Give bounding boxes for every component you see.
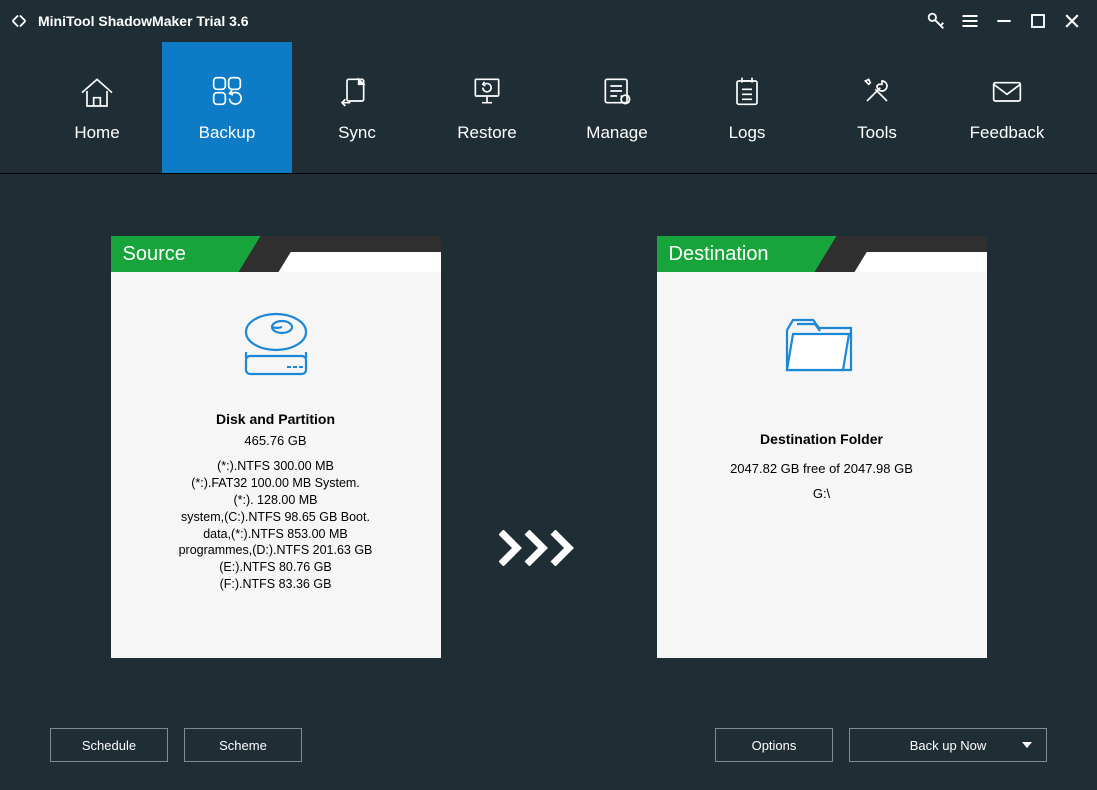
partition-line: (F:).NTFS 83.36 GB <box>125 576 427 593</box>
source-header: Source <box>111 236 441 272</box>
arrow-separator-icon <box>499 530 599 566</box>
partition-line: system,(C:).NTFS 98.65 GB Boot. <box>125 509 427 526</box>
maximize-icon[interactable] <box>1023 6 1053 36</box>
tab-restore[interactable]: Restore <box>422 42 552 173</box>
destination-header: Destination <box>657 236 987 272</box>
backup-now-button[interactable]: Back up Now <box>849 728 1047 762</box>
tab-logs-label: Logs <box>729 123 766 143</box>
tab-tools-label: Tools <box>857 123 897 143</box>
destination-ribbon: Destination <box>657 236 837 272</box>
disk-icon <box>125 310 427 387</box>
tab-feedback[interactable]: Feedback <box>942 42 1072 173</box>
destination-title: Destination Folder <box>671 431 973 447</box>
tab-sync[interactable]: Sync <box>292 42 422 173</box>
schedule-button[interactable]: Schedule <box>50 728 168 762</box>
source-ribbon: Source <box>111 236 261 272</box>
key-icon[interactable] <box>921 6 951 36</box>
source-title: Disk and Partition <box>125 411 427 427</box>
tab-manage-label: Manage <box>586 123 647 143</box>
scheme-button[interactable]: Scheme <box>184 728 302 762</box>
destination-path: G:\ <box>671 486 973 501</box>
partition-line: (*:).NTFS 300.00 MB <box>125 458 427 475</box>
minimize-icon[interactable] <box>989 6 1019 36</box>
options-button[interactable]: Options <box>715 728 833 762</box>
backup-now-label: Back up Now <box>910 738 987 753</box>
source-partition-list: (*:).NTFS 300.00 MB (*:).FAT32 100.00 MB… <box>125 458 427 593</box>
tab-feedback-label: Feedback <box>970 123 1045 143</box>
partition-line: programmes,(D:).NTFS 201.63 GB <box>125 542 427 559</box>
tab-backup[interactable]: Backup <box>162 42 292 173</box>
partition-line: data,(*:).NTFS 853.00 MB <box>125 526 427 543</box>
hamburger-menu-icon[interactable] <box>955 6 985 36</box>
tab-logs[interactable]: Logs <box>682 42 812 173</box>
tab-home[interactable]: Home <box>32 42 162 173</box>
app-title: MiniTool ShadowMaker Trial 3.6 <box>38 13 249 29</box>
source-panel[interactable]: Source Disk and Partition 465.76 GB (*:)… <box>111 236 441 658</box>
source-size: 465.76 GB <box>125 433 427 448</box>
close-icon[interactable] <box>1057 6 1087 36</box>
folder-icon <box>671 310 973 387</box>
main-content: Source Disk and Partition 465.76 GB (*:)… <box>0 174 1097 700</box>
titlebar: MiniTool ShadowMaker Trial 3.6 <box>0 0 1097 42</box>
destination-panel[interactable]: Destination Destination Folder 2047.82 G… <box>657 236 987 658</box>
destination-free: 2047.82 GB free of 2047.98 GB <box>671 461 973 476</box>
tab-home-label: Home <box>74 123 119 143</box>
partition-line: (E:).NTFS 80.76 GB <box>125 559 427 576</box>
partition-line: (*:). 128.00 MB <box>125 492 427 509</box>
footer: Schedule Scheme Options Back up Now <box>0 700 1097 790</box>
tab-sync-label: Sync <box>338 123 376 143</box>
tab-manage[interactable]: Manage <box>552 42 682 173</box>
tab-restore-label: Restore <box>457 123 517 143</box>
app-logo-icon <box>8 10 30 32</box>
tab-backup-label: Backup <box>199 123 256 143</box>
tab-tools[interactable]: Tools <box>812 42 942 173</box>
partition-line: (*:).FAT32 100.00 MB System. <box>125 475 427 492</box>
main-nav: Home Backup Sync Restore <box>0 42 1097 174</box>
chevron-down-icon <box>1022 742 1032 748</box>
